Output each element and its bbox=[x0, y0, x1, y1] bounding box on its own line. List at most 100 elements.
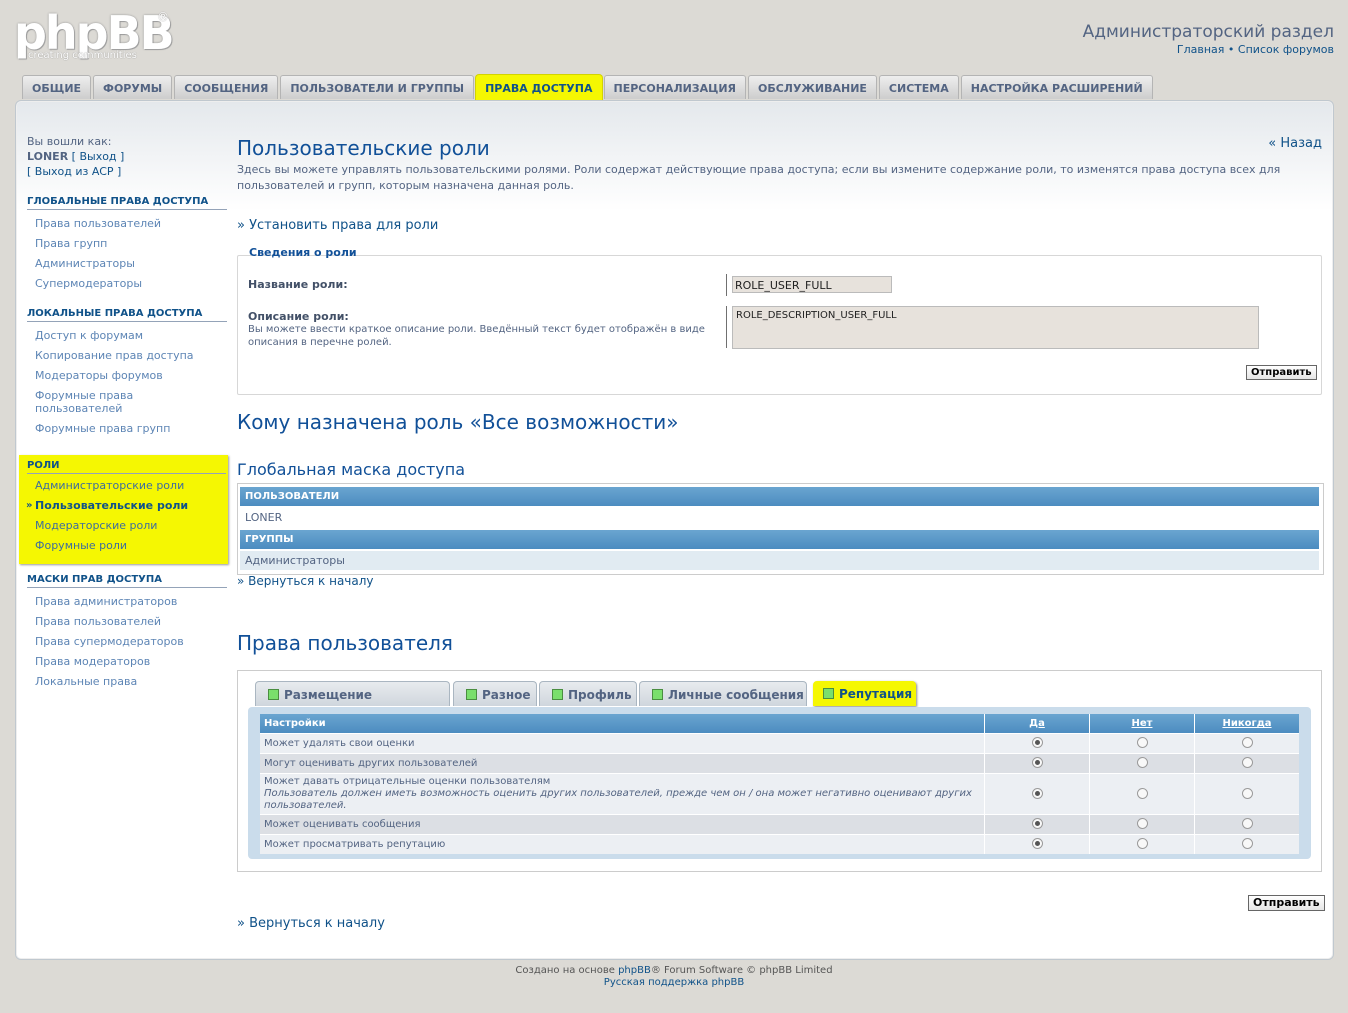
tab-profile[interactable]: Профиль bbox=[539, 681, 637, 706]
roles-menu-section: РОЛИ Администраторские роли Пользователь… bbox=[19, 455, 228, 564]
role-details-fieldset: Сведения о роли Название роли: ROLE_USER… bbox=[237, 246, 1322, 395]
menu-mask-global-mod[interactable]: Права супермодераторов bbox=[27, 631, 227, 651]
radio-no[interactable] bbox=[1136, 818, 1148, 830]
tab-label: Репутация bbox=[839, 687, 913, 701]
menu-group-permissions[interactable]: Права групп bbox=[27, 233, 227, 253]
tab-label: Разное bbox=[482, 688, 531, 702]
menu-forum-group-permissions[interactable]: Форумные права групп bbox=[27, 418, 227, 438]
menu-forum-moderators[interactable]: Модераторы форумов bbox=[27, 365, 227, 385]
radio-yes[interactable] bbox=[1031, 787, 1043, 799]
menu-global-moderators[interactable]: Супермодераторы bbox=[27, 273, 227, 293]
menu-mask-local[interactable]: Локальные права bbox=[27, 671, 227, 691]
sidebar: Вы вошли как: LONER [ Выход ] [ Выход из… bbox=[27, 134, 227, 438]
logout-link[interactable]: [ Выход ] bbox=[72, 150, 125, 163]
green-square-icon bbox=[823, 688, 834, 699]
radio-yes[interactable] bbox=[1031, 737, 1043, 749]
tab-misc[interactable]: Разное bbox=[453, 681, 537, 706]
role-details-legend: Сведения о роли bbox=[249, 246, 357, 259]
role-description-textarea[interactable]: ROLE_DESCRIPTION_USER_FULL bbox=[732, 306, 1259, 349]
row-label: Могут оценивать других пользователей bbox=[264, 757, 478, 769]
sidebar-masks: МАСКИ ПРАВ ДОСТУПА Права администраторов… bbox=[27, 574, 227, 691]
radio-no[interactable] bbox=[1136, 838, 1148, 850]
radio-never[interactable] bbox=[1241, 737, 1253, 749]
radio-no[interactable] bbox=[1136, 757, 1148, 769]
radio-never[interactable] bbox=[1241, 757, 1253, 769]
menu-user-roles[interactable]: Пользовательские роли bbox=[26, 499, 188, 512]
menu-forum-roles[interactable]: Форумные роли bbox=[27, 539, 127, 552]
logo-tagline: creating communities bbox=[28, 50, 137, 61]
menu-heading-global: ГЛОБАЛЬНЫЕ ПРАВА ДОСТУПА bbox=[27, 196, 227, 210]
main-tabs: ОБЩИЕ ФОРУМЫ СООБЩЕНИЯ ПОЛЬЗОВАТЕЛИ И ГР… bbox=[22, 75, 1155, 101]
tab-posting[interactable]: Размещение сообщений bbox=[255, 681, 450, 728]
radio-never[interactable] bbox=[1241, 787, 1253, 799]
menu-mask-user[interactable]: Права пользователей bbox=[27, 611, 227, 631]
tab-permissions[interactable]: ПРАВА ДОСТУПА bbox=[476, 75, 602, 101]
return-top-link[interactable]: » Вернуться к началу bbox=[237, 574, 374, 588]
menu-copy-permissions[interactable]: Копирование прав доступа bbox=[27, 345, 227, 365]
radio-no[interactable] bbox=[1136, 787, 1148, 799]
menu-heading-local: ЛОКАЛЬНЫЕ ПРАВА ДОСТУПА bbox=[27, 308, 227, 322]
row-label: Может просматривать репутацию bbox=[264, 838, 446, 850]
footer: Создано на основе phpBB® Forum Software … bbox=[0, 965, 1348, 989]
radio-never[interactable] bbox=[1241, 818, 1253, 830]
forum-list-link[interactable]: Список форумов bbox=[1238, 43, 1334, 56]
tab-general[interactable]: ОБЩИЕ bbox=[22, 75, 92, 99]
tab-private-messages[interactable]: Личные сообщения bbox=[639, 681, 807, 706]
menu-administrators[interactable]: Администраторы bbox=[27, 253, 227, 273]
green-square-icon bbox=[466, 689, 477, 700]
logo-registered: ® bbox=[157, 10, 169, 24]
green-square-icon bbox=[652, 689, 663, 700]
menu-mask-mod[interactable]: Права модераторов bbox=[27, 651, 227, 671]
row-label: Может давать отрицательные оценки пользо… bbox=[264, 776, 551, 787]
radio-yes[interactable] bbox=[1031, 838, 1043, 850]
back-link[interactable]: « Назад bbox=[1268, 136, 1322, 151]
separator bbox=[726, 306, 727, 348]
menu-mask-admin[interactable]: Права администраторов bbox=[27, 591, 227, 611]
tab-customise[interactable]: ПЕРСОНАЛИЗАЦИЯ bbox=[603, 75, 746, 99]
permissions-table-box: Настройки Да Нет Никогда Может удалять с… bbox=[248, 707, 1311, 859]
tab-label: Профиль bbox=[568, 688, 632, 702]
col-yes[interactable]: Да bbox=[984, 714, 1090, 734]
submit-button[interactable]: Отправить bbox=[1246, 365, 1317, 380]
tab-forums[interactable]: ФОРУМЫ bbox=[93, 75, 173, 99]
role-description-help: Вы можете ввести краткое описание роли. … bbox=[248, 324, 705, 348]
permissions-table: Настройки Да Нет Никогда Может удалять с… bbox=[260, 714, 1299, 854]
tab-extensions[interactable]: НАСТРОЙКА РАСШИРЕНИЙ bbox=[960, 75, 1153, 99]
tab-maintenance[interactable]: ОБСЛУЖИВАНИЕ bbox=[748, 75, 877, 99]
radio-never[interactable] bbox=[1241, 838, 1253, 850]
radio-yes[interactable] bbox=[1031, 818, 1043, 830]
menu-user-permissions[interactable]: Права пользователей bbox=[27, 213, 227, 233]
role-name-input[interactable]: ROLE_USER_FULL bbox=[732, 276, 892, 293]
col-settings: Настройки bbox=[260, 714, 985, 734]
return-top-link-2[interactable]: » Вернуться к началу bbox=[237, 916, 385, 931]
col-no[interactable]: Нет bbox=[1089, 714, 1195, 734]
row-label: Может удалять свои оценки bbox=[264, 737, 415, 749]
russian-support-link[interactable]: Русская поддержка phpBB bbox=[604, 977, 744, 988]
phpbb-logo[interactable]: phpBB ® creating communities bbox=[14, 10, 175, 66]
table-row: Может удалять свои оценки bbox=[260, 733, 1299, 754]
menu-forum-user-permissions[interactable]: Форумные права пользователей bbox=[27, 385, 165, 418]
global-mask-table: ПОЛЬЗОВАТЕЛИ LONER ГРУППЫ Администраторы bbox=[237, 483, 1324, 575]
tab-reputation[interactable]: Репутация bbox=[813, 681, 916, 706]
phpbb-link[interactable]: phpBB bbox=[618, 965, 651, 976]
exit-acp-link[interactable]: [ Выход из ACP ] bbox=[27, 165, 121, 178]
submit-button-2[interactable]: Отправить bbox=[1248, 895, 1325, 911]
menu-admin-roles[interactable]: Администраторские роли bbox=[27, 479, 184, 492]
radio-yes[interactable] bbox=[1031, 757, 1043, 769]
link-separator: • bbox=[1227, 43, 1235, 56]
set-role-permissions-link[interactable]: » Установить права для роли bbox=[237, 218, 438, 233]
menu-moderator-roles[interactable]: Модераторские роли bbox=[27, 519, 157, 532]
menu-heading-masks: МАСКИ ПРАВ ДОСТУПА bbox=[27, 574, 227, 588]
home-link[interactable]: Главная bbox=[1177, 43, 1225, 56]
tab-posts[interactable]: СООБЩЕНИЯ bbox=[174, 75, 279, 99]
user-permissions-title: Права пользователя bbox=[237, 631, 453, 655]
tab-users-groups[interactable]: ПОЛЬЗОВАТЕЛИ И ГРУППЫ bbox=[280, 75, 475, 99]
radio-no[interactable] bbox=[1136, 737, 1148, 749]
footer-post: ® Forum Software © phpBB Limited bbox=[650, 965, 833, 976]
row-label: Может оценивать сообщения bbox=[264, 818, 421, 830]
col-never[interactable]: Никогда bbox=[1194, 714, 1299, 734]
tab-system[interactable]: СИСТЕМА bbox=[878, 75, 959, 99]
menu-forum-access[interactable]: Доступ к форумам bbox=[27, 325, 227, 345]
username[interactable]: LONER bbox=[27, 150, 68, 163]
permissions-panel: Размещение сообщений Разное Профиль Личн… bbox=[237, 670, 1322, 872]
